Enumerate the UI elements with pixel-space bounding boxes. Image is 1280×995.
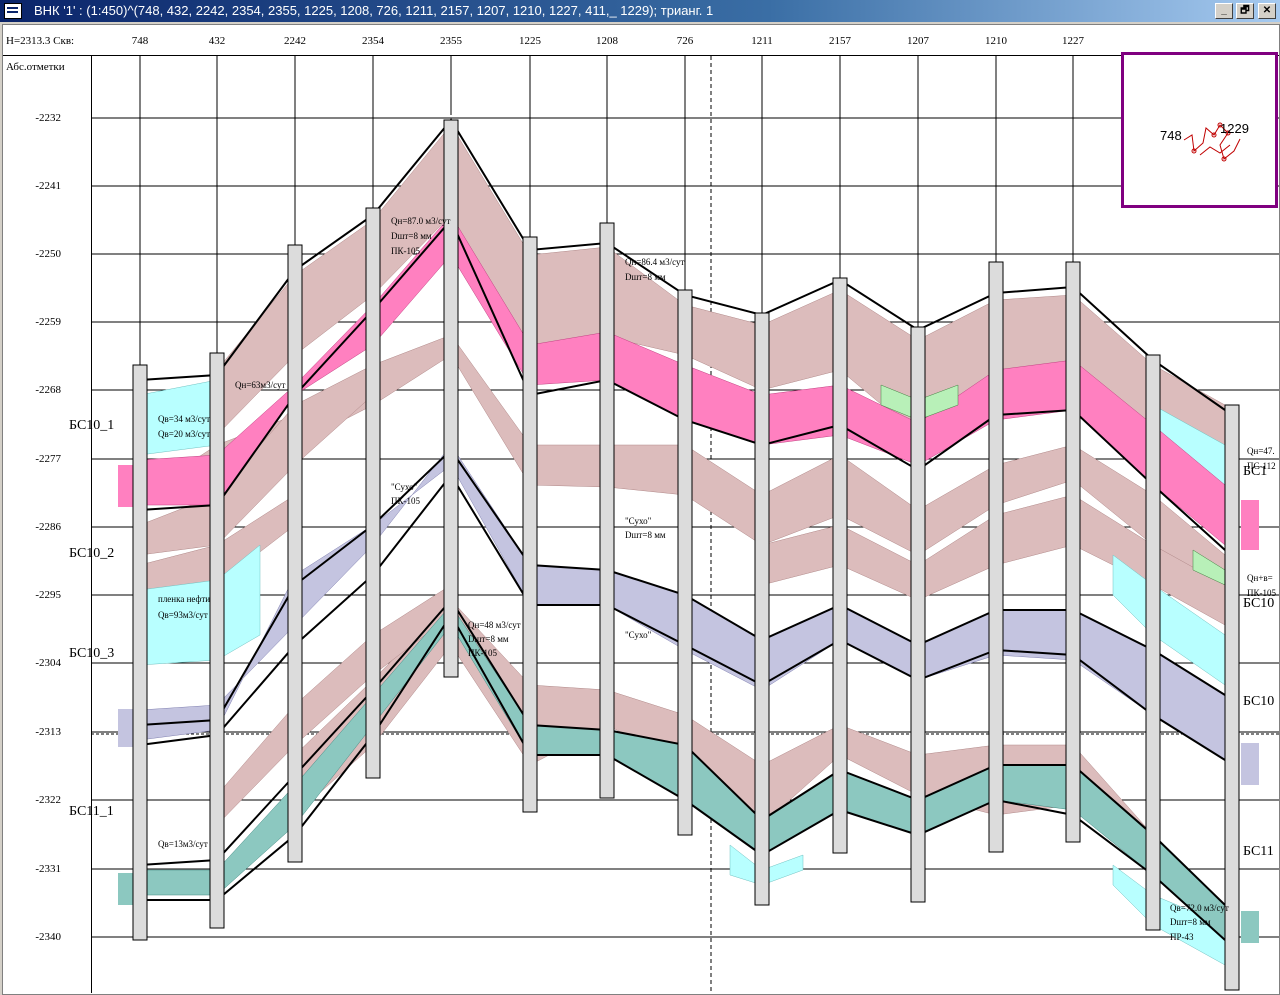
annotation: Dшт=8 мм <box>1170 917 1211 927</box>
app-icon[interactable] <box>4 3 22 19</box>
annotation: ПК-105 <box>1247 588 1276 598</box>
layer-label: БС10 <box>1243 694 1274 709</box>
annotation: "Сухо" <box>391 482 418 492</box>
annotation: Dшт=8 мм <box>625 272 666 282</box>
layer-label: БС10_1 <box>69 418 114 433</box>
annotation: Dшт=8 мм <box>468 634 509 644</box>
minimize-button[interactable]: _ <box>1215 3 1233 19</box>
oil-marker <box>1241 500 1259 550</box>
annotation: Dшт=8 мм <box>625 530 666 540</box>
annotation: Qв=13м3/сут <box>158 839 208 849</box>
annotation: Qв=20 м3/сут <box>158 429 210 439</box>
annotation: Qв=34 м3/сут <box>158 414 210 424</box>
layer-label: БС11 <box>1243 844 1274 859</box>
annotation: ПК-105 <box>468 648 497 658</box>
annotation: Qв=93м3/сут <box>158 610 208 620</box>
annotation: ПР-43 <box>1170 932 1194 942</box>
cross-section-plot[interactable]: БС10_1 БС10_2 БС10_3 БС11_1 БС1 БС10 БС1… <box>3 25 1279 994</box>
title-bar: ВНК '1' : (1:450)^(748, 432, 2242, 2354,… <box>0 0 1280 22</box>
lavender-marker <box>1241 743 1259 785</box>
annotation: Qн+в= <box>1247 573 1273 583</box>
restore-button[interactable]: 🗗 <box>1236 3 1254 19</box>
layer-label: БС10 <box>1243 596 1274 611</box>
annotation: ПК-105 <box>391 496 420 506</box>
annotation: "Сухо" <box>625 630 652 640</box>
annotation: пленка нефти <box>158 594 210 604</box>
annotation: Qн=47. <box>1247 446 1275 456</box>
annotation: Qв=72.0 м3/сут <box>1170 903 1229 913</box>
teal-marker <box>1241 911 1259 943</box>
annotation: Qн=48 м3/сут <box>468 620 521 630</box>
annotation: Qн=63м3/сут <box>235 380 285 390</box>
window-title: ВНК '1' : (1:450)^(748, 432, 2242, 2354,… <box>34 3 714 18</box>
inset-label-end: 1229 <box>1220 121 1249 136</box>
annotation: Qн=86.4 м3/сут <box>625 257 684 267</box>
annotation: "Сухо" <box>625 516 652 526</box>
section-view[interactable]: Н=2313.3 Скв: 748 432 2242 2354 2355 122… <box>2 24 1280 995</box>
close-button[interactable]: ✕ <box>1258 3 1276 19</box>
annotation: Qн=87.0 м3/сут <box>391 216 450 226</box>
annotation: Dшт=8 мм <box>391 231 432 241</box>
inset-label-start: 748 <box>1160 128 1182 143</box>
annotation: ПС-112 <box>1247 461 1276 471</box>
layer-label: БС11_1 <box>69 804 114 819</box>
annotation: ПК-105 <box>391 246 420 256</box>
layer-label: БС10_3 <box>69 646 114 661</box>
location-map-inset[interactable]: 748 1229 <box>1121 52 1278 208</box>
layer-label: БС10_2 <box>69 546 114 561</box>
